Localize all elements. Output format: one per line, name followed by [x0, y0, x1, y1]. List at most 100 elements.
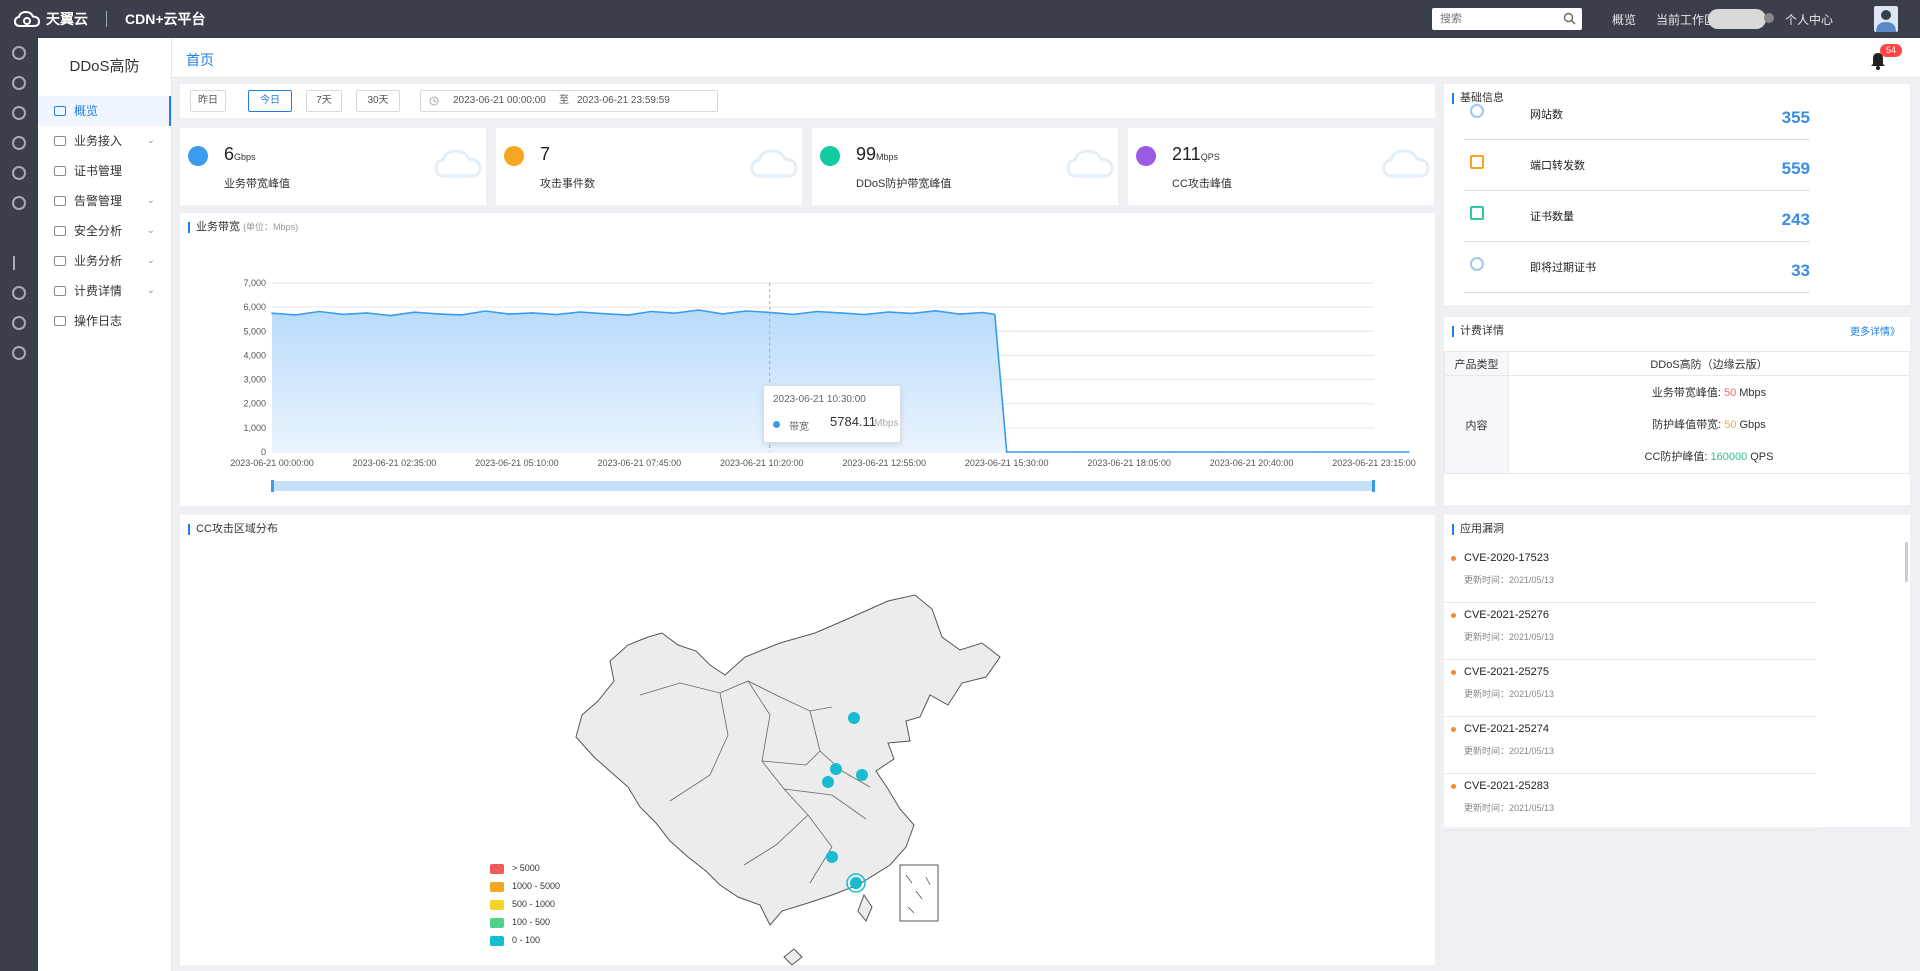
- date-end[interactable]: 2023-06-21 23:59:59: [577, 91, 670, 111]
- rail-app-icon-5[interactable]: [12, 166, 26, 180]
- sidebar-item-0[interactable]: 概览: [38, 96, 171, 126]
- info-row[interactable]: 证书数量 243: [1464, 192, 1810, 242]
- breadcrumb-home[interactable]: 首页: [186, 50, 214, 70]
- vuln-item[interactable]: CVE-2021-25275 更新时间：2021/05/13: [1444, 660, 1817, 717]
- port-forward-icon: [1470, 155, 1484, 169]
- attack-point-jiangxi[interactable]: [826, 851, 838, 863]
- attack-point-beijing[interactable]: [848, 712, 860, 724]
- legend-item[interactable]: 1000 - 5000: [490, 881, 560, 895]
- avatar[interactable]: [1874, 6, 1898, 32]
- vuln-item[interactable]: CVE-2021-25276 更新时间：2021/05/13: [1444, 603, 1817, 660]
- date-range-picker[interactable]: 2023-06-21 00:00:00 至 2023-06-21 23:59:5…: [420, 90, 718, 112]
- info-row[interactable]: 网站数 355: [1464, 90, 1810, 140]
- stat-number: 99: [856, 144, 877, 164]
- rail-app-icon-4[interactable]: [12, 136, 26, 150]
- sidebar-item-1[interactable]: 业务接入 ⌄: [38, 126, 171, 156]
- attack-point-henan[interactable]: [822, 776, 834, 788]
- bandwidth-point: [413, 311, 415, 314]
- filter-yesterday-button[interactable]: 昨日: [190, 90, 226, 112]
- sidebar-item-5[interactable]: 业务分析 ⌄: [38, 246, 171, 276]
- legend-item[interactable]: 0 - 100: [490, 935, 540, 949]
- vuln-item[interactable]: CVE-2020-17523 更新时间：2021/05/13: [1444, 546, 1817, 603]
- stat-value: 7: [540, 144, 550, 165]
- vuln-name: CVE-2021-25283: [1464, 780, 1550, 792]
- rail-app-icon-3[interactable]: [12, 106, 26, 120]
- legend-swatch: [490, 899, 504, 910]
- billing-table: 产品类型 DDoS高防（边缘云版） 内容 业务带宽峰值: 50 Mbps 防护峰值带宽…: [1444, 351, 1910, 474]
- info-row[interactable]: 即将过期证书 33: [1464, 243, 1810, 293]
- billing-line-label: CC防护峰值:: [1644, 450, 1708, 463]
- attack-point-shandong[interactable]: [830, 763, 842, 775]
- vuln-dot: [1451, 784, 1456, 789]
- rail-app-icon-9[interactable]: [12, 346, 26, 360]
- cloud-logo-icon: [14, 10, 40, 27]
- overview-link[interactable]: 概览: [1612, 11, 1636, 28]
- bandwidth-chart-card: 业务带宽 (单位：Mbps) 7,000 6,000 5,000 4,000 3,000…: [180, 213, 1435, 506]
- workspace-selector[interactable]: [1708, 9, 1774, 29]
- sidebar-item-label: 计费详情: [74, 284, 123, 298]
- vuln-date: 更新时间：2021/05/13: [1464, 575, 1555, 585]
- vuln-scrollbar[interactable]: [1905, 542, 1908, 582]
- billing-more-link[interactable]: 更多详情》: [1850, 323, 1900, 338]
- stat-unit: QPS: [1200, 152, 1220, 162]
- china-map[interactable]: [570, 565, 1030, 965]
- legend-label: 500 - 1000: [512, 899, 556, 909]
- attack-point-qingdao[interactable]: [856, 769, 868, 781]
- vuln-dot: [1451, 556, 1456, 561]
- sidebar-item-3[interactable]: 告警管理 ⌄: [38, 186, 171, 216]
- bandwidth-point: [318, 310, 321, 313]
- legend-item[interactable]: 100 - 500: [490, 917, 550, 931]
- bandwidth-point: [460, 314, 463, 316]
- filter-30days-button[interactable]: 30天: [356, 90, 400, 112]
- sidebar-item-6[interactable]: 计费详情 ⌄: [38, 276, 171, 306]
- zoom-slider[interactable]: [272, 481, 1374, 491]
- brand-secondary: CDN+云平台: [125, 11, 206, 27]
- filter-today-button[interactable]: 今日: [248, 90, 292, 112]
- billing-line-label: 业务带宽峰值:: [1651, 386, 1721, 399]
- zoom-handle-left[interactable]: [271, 480, 274, 492]
- billing-card: 计费详情 更多详情》 产品类型 DDoS高防（边缘云版） 内容 业务带宽峰值: 5…: [1444, 317, 1910, 505]
- attack-point-fujian[interactable]: [850, 877, 862, 889]
- rail-flag-icon[interactable]: [13, 256, 23, 270]
- app-rail: [0, 38, 38, 971]
- rail-app-icon-7[interactable]: [12, 286, 26, 300]
- legend-item[interactable]: > 5000: [490, 863, 540, 877]
- search-box[interactable]: [1432, 8, 1582, 30]
- rail-app-icon-8[interactable]: [12, 316, 26, 330]
- bandwidth-point: [934, 309, 937, 312]
- stat-unit: Mbps: [876, 152, 899, 162]
- y-tick-label: 5,000: [243, 326, 266, 336]
- filter-7days-button[interactable]: 7天: [306, 90, 342, 112]
- user-center-link[interactable]: 个人中心: [1785, 11, 1833, 28]
- sidebar-item-7[interactable]: 操作日志: [38, 306, 171, 336]
- info-value: 243: [1781, 210, 1810, 229]
- sidebar-item-4[interactable]: 安全分析 ⌄: [38, 216, 171, 246]
- logo[interactable]: 天翼云 CDN+云平台: [14, 0, 206, 38]
- date-start[interactable]: 2023-06-21 00:00:00: [453, 91, 546, 111]
- bandwidth-point: [863, 313, 866, 316]
- search-icon[interactable]: [1563, 12, 1576, 25]
- info-value: 355: [1781, 108, 1810, 127]
- billing-line: 业务带宽峰值: 50 Mbps: [1509, 377, 1909, 409]
- sidebar-item-2[interactable]: 证书管理: [38, 156, 171, 186]
- legend-item[interactable]: 500 - 1000: [490, 899, 555, 913]
- vuln-item[interactable]: CVE-2021-25283 更新时间：2021/05/13: [1444, 774, 1817, 831]
- search-input[interactable]: [1440, 13, 1560, 25]
- rail-app-icon-2[interactable]: [12, 76, 26, 90]
- stat-value: 6Gbps: [224, 144, 256, 165]
- bandwidth-point: [389, 314, 392, 317]
- tooltip-unit: Mbps: [874, 418, 899, 429]
- info-row[interactable]: 端口转发数 559: [1464, 141, 1810, 191]
- cloud-watermark-icon: [1066, 149, 1114, 178]
- bandwidth-chart[interactable]: 7,0006,0005,0004,0003,0002,0001,00002023…: [180, 213, 1435, 506]
- zoom-handle-right[interactable]: [1372, 480, 1375, 492]
- logo-divider: [106, 11, 107, 27]
- rail-app-icon-6[interactable]: [12, 196, 26, 210]
- vulns-card: 应用漏洞 CVE-2020-17523 更新时间：2021/05/13 CVE-20…: [1444, 515, 1910, 831]
- workspace-label[interactable]: 当前工作区: [1656, 11, 1716, 28]
- vuln-item[interactable]: CVE-2021-25274 更新时间：2021/05/13: [1444, 717, 1817, 774]
- content-label: 内容: [1444, 375, 1509, 474]
- rail-app-icon-1[interactable]: [12, 46, 26, 60]
- billing-line-unit: Mbps: [1739, 386, 1767, 399]
- info-value: 33: [1791, 261, 1810, 280]
